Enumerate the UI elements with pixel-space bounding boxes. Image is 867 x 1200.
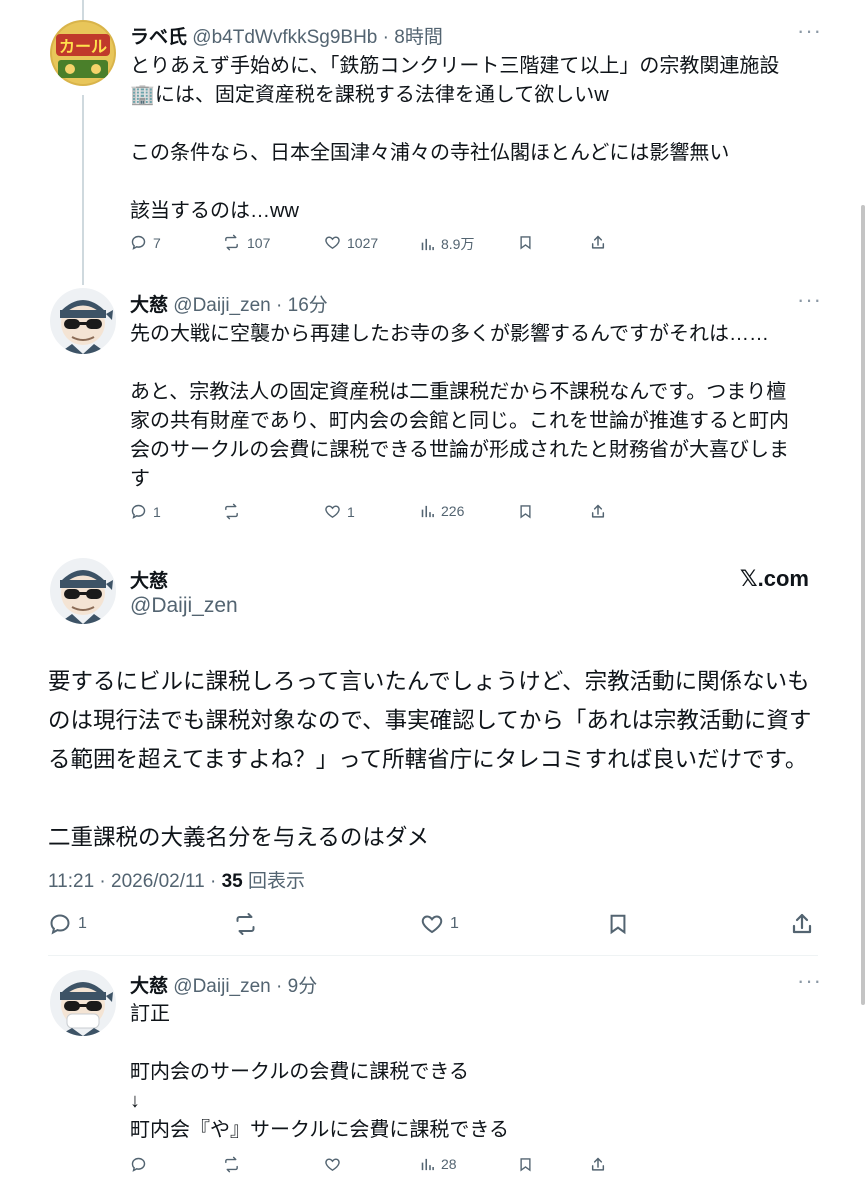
like-button[interactable]: 1: [324, 503, 355, 520]
heart-icon: [325, 1158, 340, 1171]
heart-icon: [325, 505, 340, 518]
views-button[interactable]: 226: [420, 503, 464, 519]
repost-icon: [225, 503, 238, 520]
user-handle[interactable]: @Daiji_zen: [130, 594, 238, 618]
like-button[interactable]: [324, 1156, 341, 1173]
post-header: 大慈 @Daiji_zen · 16分: [130, 295, 328, 316]
heart-icon: [421, 915, 443, 934]
share-icon: [591, 1157, 605, 1171]
share-icon: [792, 913, 812, 934]
display-name[interactable]: ラベ氏: [130, 27, 187, 48]
repost-icon: [236, 913, 255, 935]
post-time[interactable]: 9分: [288, 976, 318, 997]
scrollbar[interactable]: [861, 205, 865, 1005]
reply-count: 7: [153, 234, 161, 251]
repost-icon: [225, 234, 238, 251]
avatar-daiji[interactable]: [50, 970, 116, 1036]
post-text: 先の大戦に空襲から再建したお寺の多くが影響するんですがそれは…… あと、宗教法人…: [130, 323, 789, 490]
reply-icon: [131, 1157, 146, 1172]
view-label: 回表示: [248, 871, 306, 892]
views-button[interactable]: 28: [420, 1156, 457, 1172]
svg-text:カール: カール: [59, 37, 107, 56]
views-icon: [421, 505, 434, 517]
user-handle[interactable]: @Daiji_zen: [173, 976, 270, 997]
divider: [48, 955, 818, 956]
repost-button[interactable]: [222, 503, 241, 520]
reply-button[interactable]: 7: [130, 234, 161, 251]
bookmark-button[interactable]: [607, 912, 629, 936]
reply-icon: [50, 914, 70, 935]
repost-count: 107: [247, 234, 271, 251]
share-button[interactable]: [590, 1156, 606, 1173]
share-button[interactable]: [590, 503, 606, 520]
bookmark-icon: [610, 914, 626, 935]
thread-line: [82, 0, 84, 20]
like-count: 1: [450, 915, 459, 932]
more-options-icon[interactable]: ···: [797, 289, 822, 311]
x-logo-brand: 𝕏.com: [739, 566, 809, 591]
post-timestamp: 11:21 · 2026/02/11 · 35 回表示: [48, 866, 305, 893]
bookmark-icon: [520, 236, 531, 250]
reply-button[interactable]: 1: [130, 503, 161, 520]
reply-icon: [131, 504, 146, 519]
action-bar: 28: [130, 1156, 610, 1180]
repost-icon: [225, 1156, 238, 1173]
repost-button[interactable]: 107: [222, 234, 270, 251]
like-button[interactable]: 1: [420, 912, 459, 936]
bookmark-button[interactable]: [518, 1156, 533, 1173]
display-name[interactable]: 大慈: [130, 566, 168, 593]
reply-icon: [131, 235, 146, 250]
post-header: 大慈 @Daiji_zen · 9分: [130, 976, 318, 997]
like-count: 1027: [347, 234, 379, 251]
views-button[interactable]: 8.9万: [420, 234, 474, 254]
bookmark-button[interactable]: [518, 503, 533, 520]
views-count: 28: [441, 1156, 457, 1172]
post-text: 要するにビルに課税しろって言いたんでしょうけど、宗教活動に関係ないも のは現行法…: [48, 669, 812, 850]
post-text: とりあえず手始めに、「鉄筋コンクリート三階建て以上」の宗教関連施設 🏢には、固定…: [130, 55, 780, 222]
views-count: 226: [441, 503, 465, 519]
user-handle[interactable]: @b4TdWvfkkSg9BHb: [192, 27, 377, 48]
repost-button[interactable]: [222, 1156, 241, 1173]
reply-count: 1: [153, 503, 161, 520]
reply-button[interactable]: 1: [48, 912, 87, 936]
action-bar: 1 1 226: [130, 503, 610, 527]
reply-count: 1: [78, 915, 87, 932]
timestamp-text[interactable]: 11:21 · 2026/02/11 ·: [48, 871, 222, 892]
display-name[interactable]: 大慈: [130, 295, 168, 316]
action-bar: 7 107 1027 8.9万: [130, 234, 610, 258]
post-time[interactable]: 8時間: [394, 27, 443, 48]
views-icon: [421, 1158, 434, 1170]
views-count: 8.9万: [441, 236, 475, 252]
like-button[interactable]: 1027: [324, 234, 378, 251]
avatar-daiji[interactable]: [50, 288, 116, 354]
more-options-icon[interactable]: ···: [797, 970, 822, 992]
avatar-daiji[interactable]: [50, 558, 116, 624]
action-bar: 1 1: [48, 912, 818, 940]
view-count: 35: [221, 871, 243, 892]
views-icon: [421, 238, 434, 250]
more-options-icon[interactable]: ···: [797, 20, 822, 42]
avatar-rabe[interactable]: カール: [50, 20, 116, 86]
bookmark-button[interactable]: [518, 234, 533, 251]
repost-button[interactable]: [232, 912, 259, 936]
bookmark-icon: [520, 505, 531, 519]
post-header: ラベ氏 @b4TdWvfkkSg9BHb · 8時間: [130, 27, 443, 48]
share-icon: [591, 235, 605, 249]
post-text: 訂正 町内会のサークルの会費に課税できる ↓ 町内会『や』サークルに会費に課税で…: [130, 1003, 509, 1141]
thread-line: [82, 95, 84, 285]
user-handle[interactable]: @Daiji_zen: [173, 295, 270, 316]
like-count: 1: [347, 503, 355, 520]
share-button[interactable]: [790, 912, 814, 936]
share-button[interactable]: [590, 234, 606, 251]
reply-button[interactable]: [130, 1156, 147, 1173]
post-time[interactable]: 16分: [288, 295, 328, 316]
bookmark-icon: [520, 1158, 531, 1172]
display-name[interactable]: 大慈: [130, 976, 168, 997]
share-icon: [591, 504, 605, 518]
heart-icon: [325, 236, 340, 249]
